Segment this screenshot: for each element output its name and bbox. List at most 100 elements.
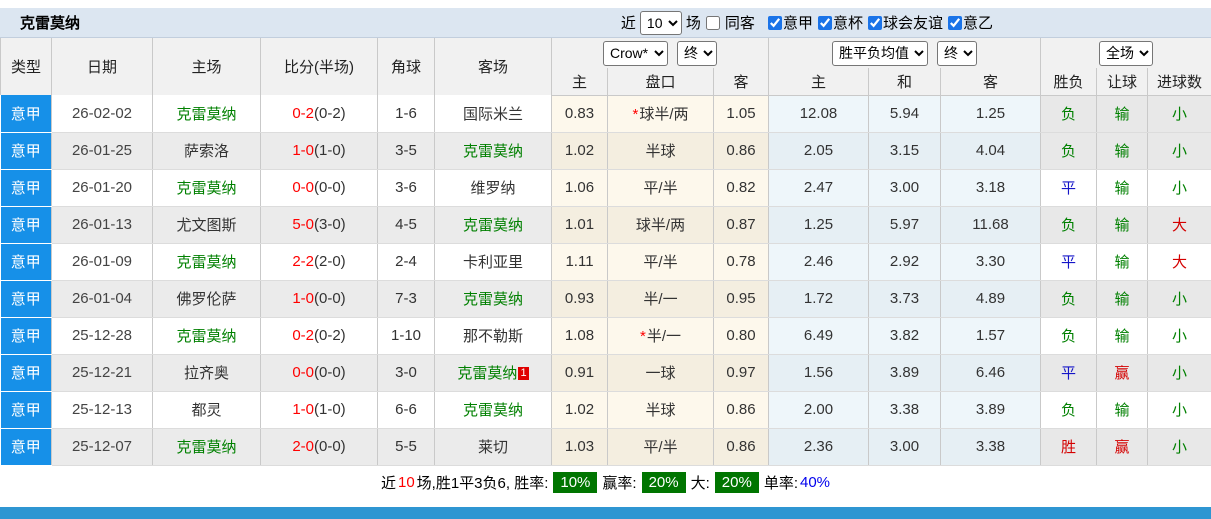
odds-home: 1.03 (552, 428, 608, 465)
corners: 3-0 (378, 354, 435, 391)
home-team[interactable]: 克雷莫纳 (153, 169, 261, 206)
match-date: 26-01-04 (52, 280, 153, 317)
mean-draw: 5.94 (869, 95, 941, 132)
match-row: 意甲26-01-13尤文图斯5-0(3-0)4-5克雷莫纳1.01球半/两0.8… (1, 206, 1211, 243)
home-team[interactable]: 萨索洛 (153, 132, 261, 169)
result-goals: 小 (1148, 169, 1211, 206)
league-tag: 意甲 (1, 206, 52, 243)
match-row: 意甲25-12-28克雷莫纳0-2(0-2)1-10那不勒斯1.08*半/一0.… (1, 317, 1211, 354)
odds-company-group: Crow* 终 (552, 38, 769, 68)
scope-group: 全场 (1041, 38, 1211, 68)
odds-away: 0.87 (714, 206, 769, 243)
home-team[interactable]: 克雷莫纳 (153, 243, 261, 280)
score: 1-0(0-0) (261, 280, 378, 317)
home-team[interactable]: 克雷莫纳 (153, 317, 261, 354)
corners: 3-6 (378, 169, 435, 206)
odds-state-select-mid[interactable]: 终 (937, 41, 977, 66)
corners: 1-10 (378, 317, 435, 354)
away-team[interactable]: 克雷莫纳 (435, 132, 552, 169)
bottom-accent-bar (0, 507, 1211, 519)
friendly-label: 球会友谊 (883, 12, 943, 33)
star-marker: * (632, 106, 638, 123)
corners: 5-5 (378, 428, 435, 465)
near-count-select[interactable]: 10 (640, 11, 682, 35)
away-team[interactable]: 克雷莫纳 (435, 391, 552, 428)
away-team[interactable]: 克雷莫纳 (435, 280, 552, 317)
handicap-win-label: 赢率: (602, 472, 636, 493)
subheader-let: 让球 (1097, 68, 1148, 95)
away-team[interactable]: 卡利亚里 (435, 243, 552, 280)
result-wdl: 平 (1041, 354, 1097, 391)
away-team[interactable]: 克雷莫纳 (435, 206, 552, 243)
home-team[interactable]: 都灵 (153, 391, 261, 428)
odds-away: 0.95 (714, 280, 769, 317)
mean-draw: 2.92 (869, 243, 941, 280)
league-tag: 意甲 (1, 243, 52, 280)
match-row: 意甲26-02-02克雷莫纳0-2(0-2)1-6国际米兰0.83*球半/两1.… (1, 95, 1211, 132)
subheader-handicap: 盘口 (608, 68, 714, 95)
mean-draw: 5.97 (869, 206, 941, 243)
home-team[interactable]: 尤文图斯 (153, 206, 261, 243)
serie-a-label: 意甲 (783, 12, 813, 33)
handicap-line: *半/一 (608, 317, 714, 354)
league-tag: 意甲 (1, 169, 52, 206)
match-rows: 意甲26-02-02克雷莫纳0-2(0-2)1-6国际米兰0.83*球半/两1.… (1, 95, 1211, 465)
odds-home: 0.91 (552, 354, 608, 391)
odds-state-select-left[interactable]: 终 (677, 41, 717, 66)
score: 2-0(0-0) (261, 428, 378, 465)
away-team[interactable]: 莱切 (435, 428, 552, 465)
home-team[interactable]: 克雷莫纳 (153, 95, 261, 132)
odds-company-select[interactable]: Crow* (603, 41, 668, 66)
mean-odds-select[interactable]: 胜平负均值 (832, 41, 928, 66)
scope-select[interactable]: 全场 (1099, 41, 1153, 66)
home-team[interactable]: 克雷莫纳 (153, 428, 261, 465)
subheader-mean-draw: 和 (869, 68, 941, 95)
result-wdl: 负 (1041, 132, 1097, 169)
home-team[interactable]: 佛罗伦萨 (153, 280, 261, 317)
handicap-line: 半球 (608, 391, 714, 428)
serie-a-checkbox[interactable] (768, 16, 782, 30)
league-tag: 意甲 (1, 280, 52, 317)
subheader-odds-home: 主 (552, 68, 608, 95)
odds-away: 0.86 (714, 428, 769, 465)
score: 0-2(0-2) (261, 317, 378, 354)
match-date: 26-01-09 (52, 243, 153, 280)
coppa-checkbox[interactable] (818, 16, 832, 30)
friendly-checkbox[interactable] (868, 16, 882, 30)
odds-home: 1.11 (552, 243, 608, 280)
corners: 6-6 (378, 391, 435, 428)
match-row: 意甲25-12-21拉齐奥0-0(0-0)3-0克雷莫纳10.91一球0.971… (1, 354, 1211, 391)
odds-away: 0.97 (714, 354, 769, 391)
mean-away: 11.68 (941, 206, 1041, 243)
mean-away: 3.38 (941, 428, 1041, 465)
handicap-line: 球半/两 (608, 206, 714, 243)
result-goals: 大 (1148, 243, 1211, 280)
odds-away: 0.82 (714, 169, 769, 206)
away-team[interactable]: 那不勒斯 (435, 317, 552, 354)
filter-controls: 近 10 场 同客 意甲 意杯 球会友谊 意乙 (621, 11, 993, 35)
handicap-line: 一球 (608, 354, 714, 391)
summary-count: 10 (398, 474, 415, 491)
serie-b-checkbox[interactable] (948, 16, 962, 30)
result-handicap: 输 (1097, 317, 1148, 354)
home-team[interactable]: 拉齐奥 (153, 354, 261, 391)
handicap-line: 半/一 (608, 280, 714, 317)
star-marker: * (640, 328, 646, 345)
away-team[interactable]: 维罗纳 (435, 169, 552, 206)
match-row: 意甲26-01-09克雷莫纳2-2(2-0)2-4卡利亚里1.11平/半0.78… (1, 243, 1211, 280)
mean-away: 3.18 (941, 169, 1041, 206)
same-away-checkbox[interactable] (706, 16, 720, 30)
near-label: 近 (621, 12, 636, 33)
match-date: 25-12-28 (52, 317, 153, 354)
away-team[interactable]: 国际米兰 (435, 95, 552, 132)
corners: 3-5 (378, 132, 435, 169)
mean-home: 2.05 (769, 132, 869, 169)
result-goals: 小 (1148, 391, 1211, 428)
mean-draw: 3.00 (869, 428, 941, 465)
away-team[interactable]: 克雷莫纳1 (435, 354, 552, 391)
score: 0-2(0-2) (261, 95, 378, 132)
odds-away: 0.78 (714, 243, 769, 280)
subheader-wdl: 胜负 (1041, 68, 1097, 95)
league-tag: 意甲 (1, 132, 52, 169)
mean-away: 4.04 (941, 132, 1041, 169)
